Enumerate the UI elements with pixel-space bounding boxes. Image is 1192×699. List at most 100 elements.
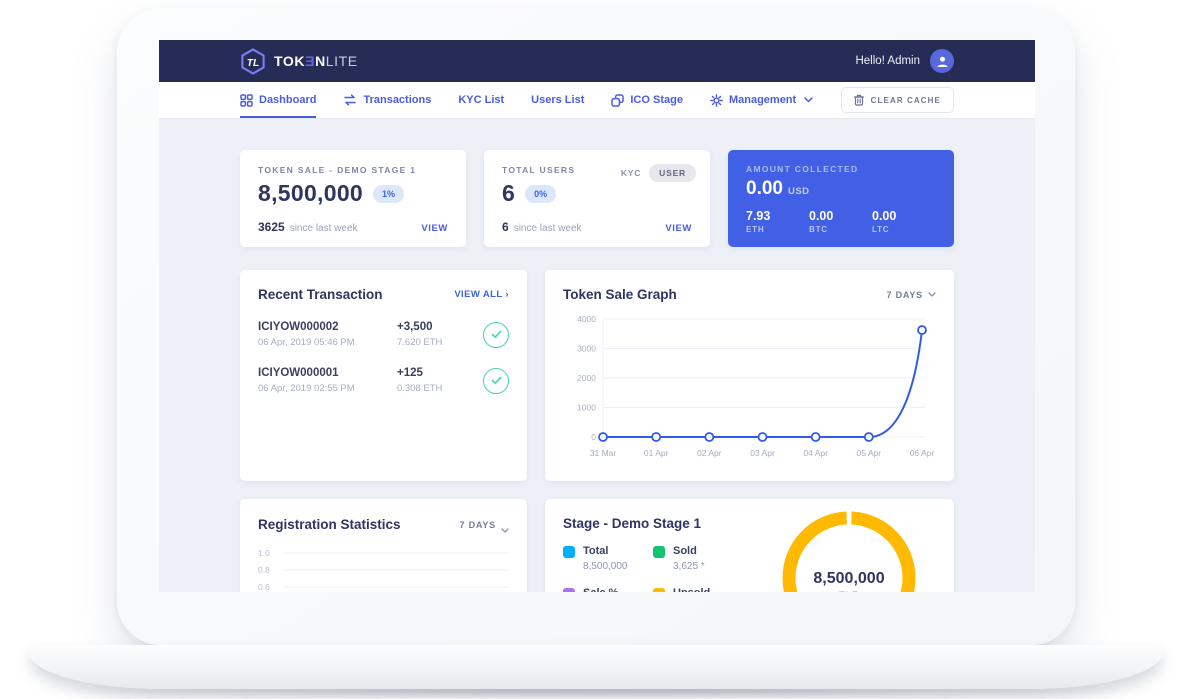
svg-text:TL: TL	[247, 57, 259, 68]
brand-logo[interactable]: TL TOKƎNLITE	[240, 48, 358, 75]
transaction-amount: +125	[397, 367, 483, 379]
amount-usd-value: 0.00	[746, 178, 783, 200]
transaction-eth: 0.308 ETH	[397, 383, 483, 394]
breakdown-btc: 0.00 BTC	[809, 209, 872, 234]
confirmed-check-icon	[483, 368, 509, 394]
tokenlite-cube-icon: TL	[240, 48, 266, 75]
token-sale-stat-card: TOKEN SALE - DEMO STAGE 1 8,500,000 1% 3…	[240, 150, 466, 247]
clear-cache-button[interactable]: CLEAR CACHE	[841, 87, 954, 113]
stage-donut-card: Stage - Demo Stage 1 Total 8,500,000	[545, 499, 954, 592]
svg-text:06 Apr: 06 Apr	[910, 448, 935, 458]
view-link[interactable]: VIEW	[421, 223, 448, 234]
registration-axis-chart: 1.00.80.60.40.20	[258, 545, 509, 592]
tab-management[interactable]: Management	[710, 82, 813, 118]
legend-item-sale-pct: Sale %	[563, 587, 653, 592]
user-avatar[interactable]	[930, 49, 954, 73]
range-label: 7 DAYS	[887, 290, 924, 300]
legend-label: Total	[583, 545, 628, 557]
total-users-stat-card: TOTAL USERS KYC USER 6 0% 6 since last w…	[484, 150, 710, 247]
nav-tabs-bar: Dashboard Transactions KYC List Users Li…	[159, 82, 1035, 119]
svg-text:02 Apr: 02 Apr	[697, 448, 722, 458]
stage-donut-chart: 8,500,000 TLE	[774, 511, 924, 592]
panel-title: Stage - Demo Stage 1	[563, 516, 701, 531]
svg-text:0: 0	[591, 432, 596, 442]
transaction-amount: +3,500	[397, 321, 483, 333]
registration-statistics-card: Registration Statistics 7 DAYS 1.00.80.6…	[240, 499, 527, 592]
brand-wordmark: TOKƎNLITE	[274, 53, 358, 69]
toggle-user[interactable]: USER	[649, 164, 696, 182]
tab-label: Dashboard	[259, 94, 316, 106]
tab-dashboard[interactable]: Dashboard	[240, 82, 316, 118]
greeting-text: Hello! Admin	[855, 55, 920, 67]
svg-text:4000: 4000	[577, 314, 596, 324]
delta-suffix: since last week	[290, 223, 358, 234]
breakdown-value: 7.93	[746, 209, 809, 223]
tab-transactions[interactable]: Transactions	[343, 82, 431, 118]
svg-text:2000: 2000	[577, 373, 596, 383]
kyc-user-toggle: KYC USER	[621, 164, 696, 182]
confirmed-check-icon	[483, 322, 509, 348]
panel-title: Registration Statistics	[258, 517, 401, 532]
legend-value: 8,500,000	[583, 561, 628, 572]
legend-value: 3,625 *	[673, 561, 705, 572]
breakdown-eth: 7.93 ETH	[746, 209, 809, 234]
donut-center-value: 8,500,000	[813, 570, 884, 587]
legend-swatch	[563, 588, 575, 592]
cubes-icon	[611, 94, 624, 107]
tab-users-list[interactable]: Users List	[531, 82, 584, 118]
person-icon	[936, 55, 949, 68]
clear-cache-label: CLEAR CACHE	[871, 96, 941, 105]
legend-swatch	[653, 588, 665, 592]
breakdown-unit: ETH	[746, 225, 809, 234]
legend-swatch	[653, 546, 665, 558]
token-sale-badge: 1%	[373, 185, 404, 203]
legend-label: Unsold	[673, 587, 710, 592]
grid-icon	[240, 94, 253, 107]
transaction-eth: 7.620 ETH	[397, 337, 483, 348]
svg-text:0.6: 0.6	[258, 582, 270, 592]
tab-label: ICO Stage	[630, 94, 683, 106]
breakdown-value: 0.00	[872, 209, 935, 223]
total-users-value: 6	[502, 180, 515, 207]
tab-ico-stage[interactable]: ICO Stage	[611, 82, 683, 118]
laptop-base	[30, 645, 1162, 689]
amount-usd-unit: USD	[788, 186, 810, 197]
transaction-row[interactable]: ICIYOW000002 06 Apr, 2019 05:46 PM +3,50…	[258, 321, 509, 348]
transaction-date: 06 Apr, 2019 05:46 PM	[258, 337, 397, 348]
range-selector[interactable]: 7 DAYS	[887, 290, 937, 300]
legend-label: Sold	[673, 545, 705, 557]
swap-arrows-icon	[343, 94, 357, 106]
view-all-link[interactable]: VIEW ALL ›	[454, 289, 509, 300]
view-link[interactable]: VIEW	[665, 223, 692, 234]
toggle-kyc[interactable]: KYC	[621, 168, 641, 178]
tab-label: Transactions	[363, 94, 431, 106]
tab-label: Users List	[531, 94, 584, 106]
svg-text:01 Apr: 01 Apr	[644, 448, 669, 458]
panel-title: Token Sale Graph	[563, 287, 677, 302]
tab-label: KYC List	[458, 94, 504, 106]
breakdown-value: 0.00	[809, 209, 872, 223]
breakdown-unit: BTC	[809, 225, 872, 234]
recent-transactions-card: Recent Transaction VIEW ALL › ICIYOW0000…	[240, 270, 527, 481]
tab-kyc-list[interactable]: KYC List	[458, 82, 504, 118]
svg-text:1000: 1000	[577, 403, 596, 413]
svg-text:05 Apr: 05 Apr	[857, 448, 882, 458]
chevron-down-icon	[501, 528, 509, 533]
transaction-id: ICIYOW000002	[258, 321, 397, 333]
tab-label: Management	[729, 94, 796, 106]
transaction-date: 06 Apr, 2019 02:55 PM	[258, 383, 397, 394]
donut-center-unit: TLE	[839, 590, 859, 592]
svg-text:04 Apr: 04 Apr	[803, 448, 828, 458]
svg-text:0.8: 0.8	[258, 565, 270, 575]
gear-icon	[710, 94, 723, 107]
laptop-mockup: TL TOKƎNLITE Hello! Admin	[0, 0, 1192, 699]
delta-suffix: since last week	[514, 223, 582, 234]
range-selector[interactable]: 7 DAYS	[460, 516, 510, 533]
token-sale-line-chart: 0100020003000400031 Mar01 Apr02 Apr03 Ap…	[563, 310, 936, 462]
stat-label: AMOUNT COLLECTED	[746, 164, 936, 174]
legend-item-sold: Sold 3,625 *	[653, 545, 743, 572]
transaction-row[interactable]: ICIYOW000001 06 Apr, 2019 02:55 PM +125 …	[258, 367, 509, 394]
amount-collected-card: AMOUNT COLLECTED 0.00 USD 7.93 ETH 0.00	[728, 150, 954, 247]
legend-item-total: Total 8,500,000	[563, 545, 653, 572]
dashboard-screen: TL TOKƎNLITE Hello! Admin	[159, 40, 1035, 592]
